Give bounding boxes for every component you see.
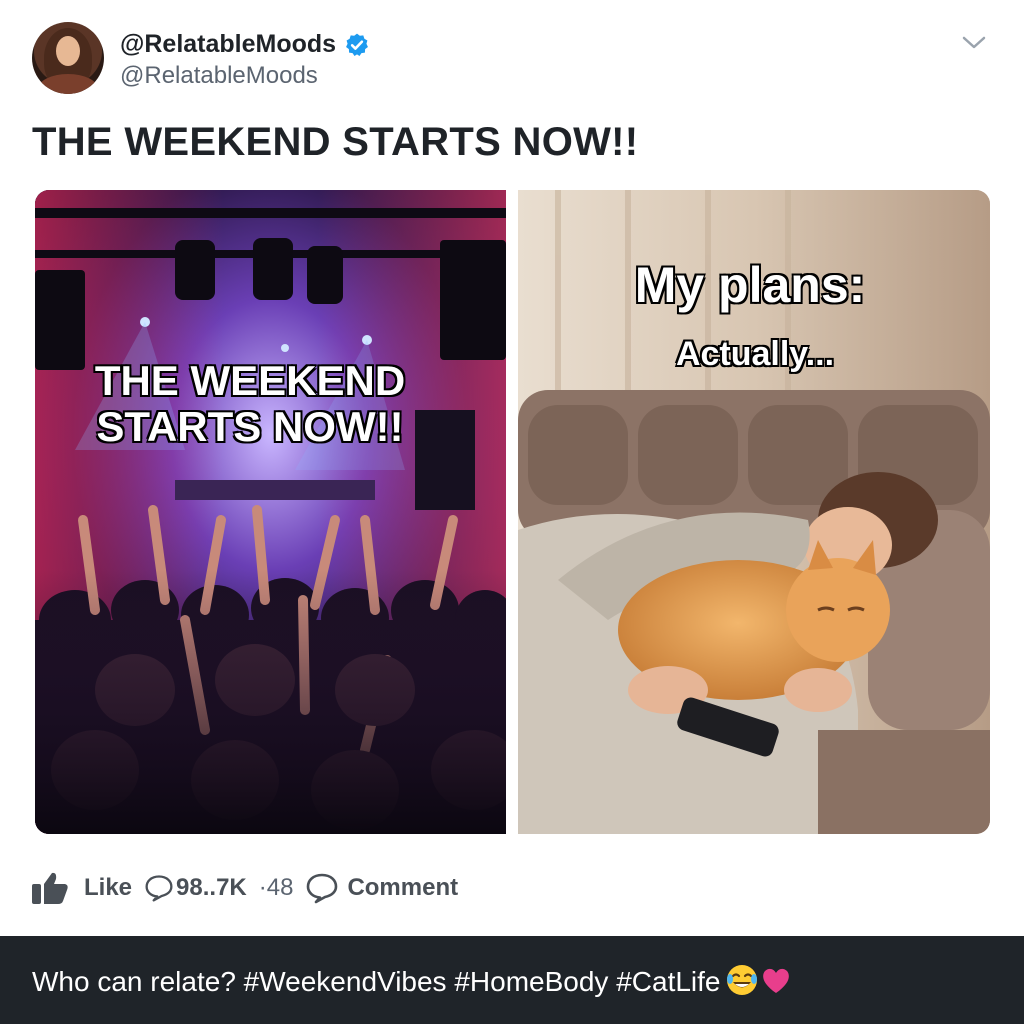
avatar[interactable] — [32, 22, 104, 94]
meme-left-line2: STARTS NOW!! — [95, 402, 404, 451]
author-row: @RelatableMoods — [120, 30, 370, 59]
avatar-shoulders — [38, 74, 98, 94]
speech-bubble-icon — [145, 875, 173, 902]
comment-button[interactable]: Comment — [305, 872, 458, 904]
chevron-down-icon[interactable] — [958, 30, 990, 54]
secondary-count: ·48 — [258, 874, 294, 901]
caption-text-row: Who can relate? #WeekendVibes #HomeBody … — [32, 963, 793, 998]
author-display-name[interactable]: @RelatableMoods — [120, 30, 336, 59]
caption-text: Who can relate? #WeekendVibes #HomeBody … — [32, 965, 721, 997]
caption-bar: Who can relate? #WeekendVibes #HomeBody … — [0, 936, 1024, 1024]
meme-image-party[interactable] — [35, 190, 506, 834]
like-label: Like — [84, 874, 133, 901]
avatar-face — [56, 36, 80, 66]
post-title: THE WEEKEND STARTS NOW!! — [32, 120, 639, 164]
pink-heart-emoji-icon — [762, 968, 789, 993]
author-handle[interactable]: @RelatableMoods — [120, 62, 318, 90]
action-row: Like 98..7K ·48 Comment — [30, 868, 458, 908]
meme-right-caption-actually: Actually... — [675, 334, 835, 374]
reactions-count-button[interactable]: 98..7K — [144, 872, 247, 904]
party-scene-illustration — [35, 190, 506, 834]
thumbs-up-icon — [32, 872, 68, 904]
like-button[interactable]: Like — [30, 870, 132, 906]
meme-right-caption-plans: My plans: — [634, 257, 867, 314]
comment-label: Comment — [347, 874, 459, 901]
reactions-count: 98..7K — [176, 874, 247, 901]
meme-left-line1: THE WEEKEND — [94, 356, 406, 404]
laughing-crying-emoji-icon — [726, 964, 757, 995]
verified-badge-icon — [346, 33, 369, 56]
meme-left-caption: THE WEEKEND STARTS NOW!! — [70, 356, 430, 451]
comment-icon — [307, 873, 338, 904]
